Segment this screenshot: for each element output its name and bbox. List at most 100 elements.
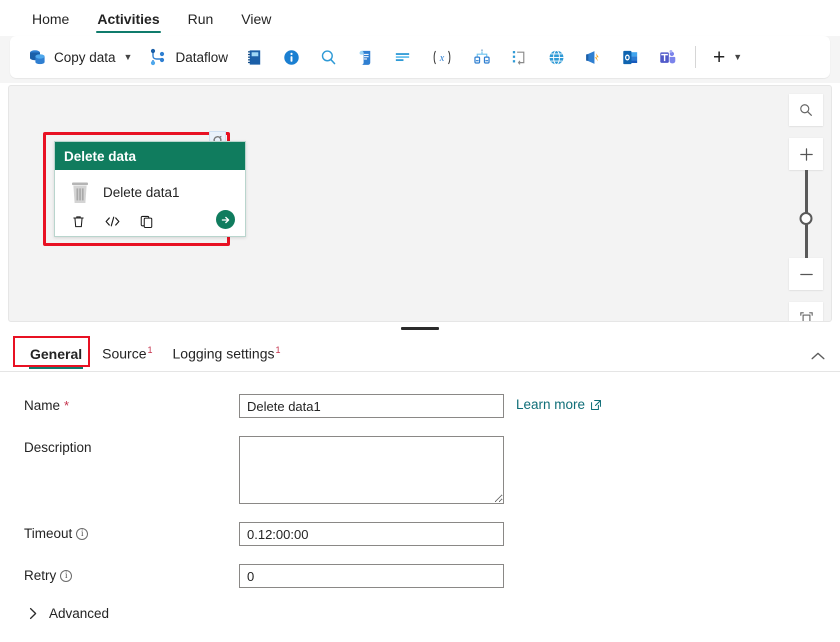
required-asterisk: *: [64, 398, 69, 413]
info-activity-button[interactable]: [274, 41, 309, 73]
learn-more-link[interactable]: Learn more: [516, 394, 602, 412]
name-label-wrap: Name *: [24, 394, 239, 413]
tab-general-label: General: [30, 346, 82, 362]
zoom-in-icon[interactable]: [789, 138, 823, 170]
activity-node-title: Delete data1: [103, 185, 180, 200]
info-icon[interactable]: i: [76, 528, 88, 540]
command-bar-container: Copy data ▼ Dataflow: [0, 36, 840, 83]
activity-node-body: Delete data1: [55, 170, 245, 208]
retry-input[interactable]: [239, 564, 504, 588]
dataflow-label: Dataflow: [175, 50, 228, 65]
ribbon-tab-home[interactable]: Home: [18, 7, 83, 36]
canvas-zoom-controls: [789, 94, 823, 322]
tab-logging-settings-label: Logging settings: [173, 346, 275, 362]
expression-button[interactable]: x: [422, 41, 462, 73]
dataflow-icon: [148, 47, 168, 67]
copy-data-icon: [27, 47, 47, 67]
ribbon-tab-activities-label: Activities: [97, 11, 159, 27]
ribbon-tab-view[interactable]: View: [227, 7, 285, 36]
dataflow-button[interactable]: Dataflow: [141, 41, 235, 73]
node-code-icon[interactable]: [102, 211, 122, 231]
ribbon-tab-view-label: View: [241, 11, 271, 27]
learn-more-label: Learn more: [516, 397, 585, 412]
command-bar: Copy data ▼ Dataflow: [10, 36, 830, 78]
chevron-up-icon[interactable]: [810, 351, 826, 362]
field-row-name: Name * Learn more: [0, 394, 840, 418]
add-activity-icon: +: [713, 47, 725, 68]
teams-icon: [658, 48, 677, 67]
ribbon-tab-run-label: Run: [188, 11, 214, 27]
web-button[interactable]: [539, 41, 574, 73]
script-button[interactable]: [348, 41, 383, 73]
advanced-section-toggle[interactable]: Advanced: [0, 606, 840, 621]
general-settings-form: Name * Learn more Description: [0, 372, 840, 621]
activity-node-actions: [55, 208, 245, 231]
outlook-button[interactable]: [613, 41, 648, 73]
tab-logging-settings-badge: 1: [275, 345, 280, 355]
zoom-slider[interactable]: [789, 170, 823, 258]
add-activity-button[interactable]: + ▼: [706, 41, 749, 73]
teams-button[interactable]: [650, 41, 685, 73]
web-icon: [547, 48, 566, 67]
chevron-down-icon[interactable]: ▼: [733, 52, 742, 62]
activity-node-delete-data[interactable]: Delete data Delete data1: [54, 141, 246, 237]
tab-source-badge: 1: [148, 345, 153, 355]
foreach-icon: [510, 48, 529, 67]
node-delete-icon[interactable]: [68, 211, 88, 231]
external-link-icon: [590, 399, 602, 411]
chevron-right-icon: [28, 607, 39, 620]
fit-to-screen-icon[interactable]: [789, 302, 823, 322]
name-input[interactable]: [239, 394, 504, 418]
ribbon-tab-bar: Home Activities Run View: [0, 0, 840, 36]
splitter-drag-handle[interactable]: [401, 327, 439, 330]
timeout-input[interactable]: [239, 522, 504, 546]
ribbon-tab-run[interactable]: Run: [174, 7, 228, 36]
outlook-icon: [621, 48, 640, 67]
switch-button[interactable]: [464, 41, 500, 73]
description-label: Description: [24, 440, 92, 455]
panel-splitter[interactable]: [0, 322, 840, 334]
node-copy-icon[interactable]: [136, 211, 156, 231]
tab-source[interactable]: Source1: [92, 341, 162, 371]
chevron-down-icon[interactable]: ▼: [124, 52, 133, 62]
command-bar-divider: [695, 46, 696, 68]
field-row-description: Description: [0, 436, 840, 504]
foreach-button[interactable]: [502, 41, 537, 73]
activity-node-header-label: Delete data: [64, 149, 136, 164]
lookup-icon: [319, 48, 338, 67]
script-icon: [356, 48, 375, 67]
retry-label-wrap: Retry i: [24, 564, 239, 583]
tab-logging-settings[interactable]: Logging settings1: [163, 341, 291, 371]
copy-data-button[interactable]: Copy data ▼: [20, 41, 139, 73]
expression-icon: x: [430, 48, 454, 67]
info-activity-icon: [282, 48, 301, 67]
zoom-slider-thumb[interactable]: [800, 212, 813, 225]
info-icon[interactable]: i: [60, 570, 72, 582]
ribbon-tab-home-label: Home: [32, 11, 69, 27]
field-row-retry: Retry i: [0, 564, 840, 588]
properties-pane: General Source1 Logging settings1 Name *…: [0, 334, 840, 642]
advanced-label: Advanced: [49, 606, 109, 621]
svg-text:x: x: [439, 53, 445, 64]
timeout-label-wrap: Timeout i: [24, 522, 239, 541]
tab-general[interactable]: General: [20, 342, 92, 371]
set-variable-button[interactable]: [385, 41, 420, 73]
properties-tab-bar: General Source1 Logging settings1: [0, 334, 840, 372]
zoom-out-icon[interactable]: [789, 258, 823, 290]
activity-node-header: Delete data: [55, 142, 245, 170]
ribbon-tab-activities[interactable]: Activities: [83, 7, 173, 36]
description-textarea[interactable]: [239, 436, 504, 504]
description-label-wrap: Description: [24, 436, 239, 455]
notebook-button[interactable]: [237, 41, 272, 73]
copy-data-label: Copy data: [54, 50, 116, 65]
timeout-label: Timeout: [24, 526, 72, 541]
name-label: Name: [24, 398, 60, 413]
lookup-button[interactable]: [311, 41, 346, 73]
notebook-icon: [245, 48, 264, 67]
set-variable-icon: [393, 48, 412, 67]
pipeline-canvas[interactable]: Delete data Delete data1: [8, 85, 832, 322]
zoom-search-icon[interactable]: [789, 94, 823, 126]
switch-icon: [472, 48, 492, 67]
webhook-button[interactable]: [576, 41, 611, 73]
node-run-icon[interactable]: [216, 210, 235, 229]
